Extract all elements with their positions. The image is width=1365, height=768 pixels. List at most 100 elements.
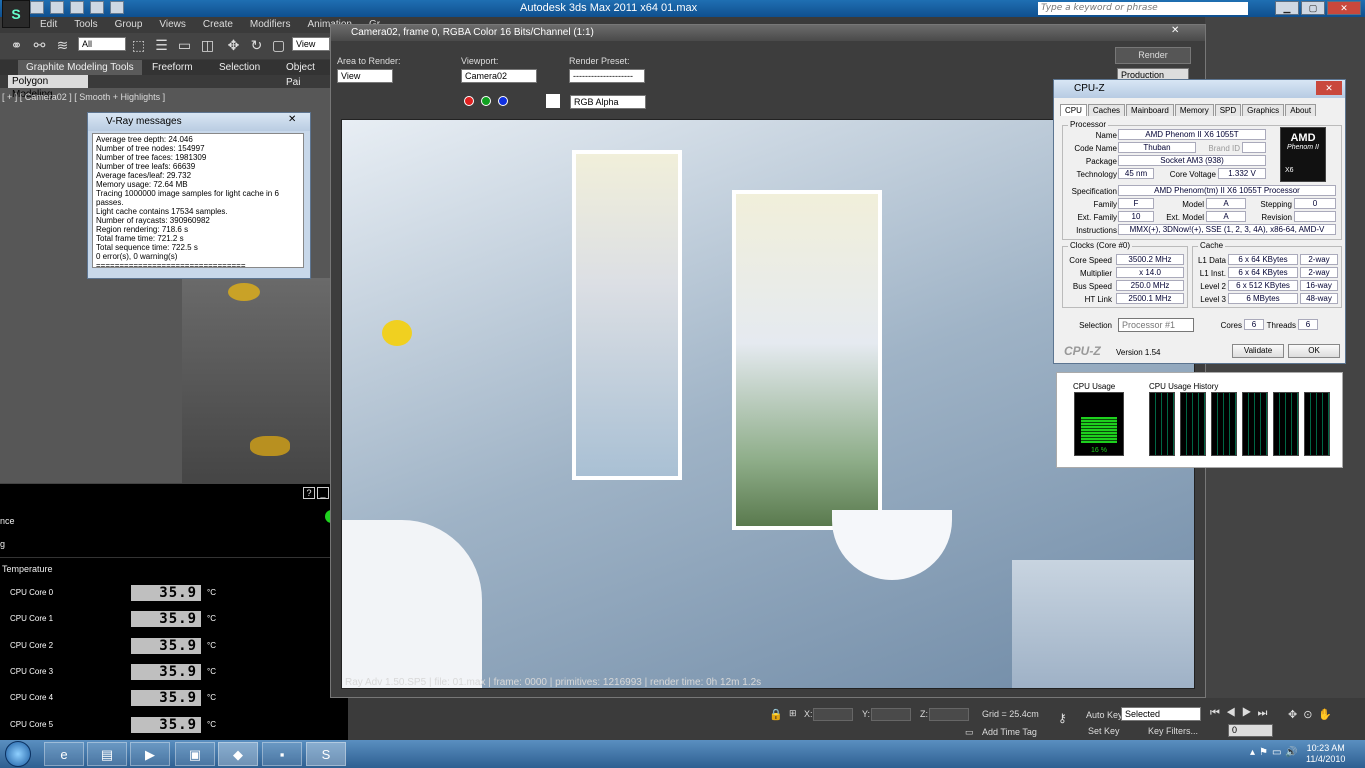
tab-freeform[interactable]: Freeform <box>152 60 193 75</box>
minimize-icon[interactable]: _ <box>317 487 329 499</box>
reference-coordinate-dropdown[interactable]: View <box>292 37 330 51</box>
blue-channel-icon[interactable] <box>498 96 508 106</box>
link-icon[interactable]: ⚭ <box>8 37 25 54</box>
minimize-button[interactable]: ▁ <box>1275 1 1299 15</box>
menu-group[interactable]: Group <box>115 17 143 33</box>
menu-modifiers[interactable]: Modifiers <box>250 17 291 33</box>
tab-memory[interactable]: Memory <box>1174 104 1214 116</box>
unit-label: °C <box>207 667 216 676</box>
z-coordinate-field[interactable] <box>929 708 969 721</box>
vray-close-button[interactable]: ✕ <box>288 114 296 125</box>
section-label: nce <box>0 516 15 526</box>
auto-key-button[interactable]: Auto Key <box>1086 710 1123 720</box>
tab-selection[interactable]: Selection <box>219 60 260 75</box>
vray-messages-window: V-Ray messages ✕ Average tree depth: 24.… <box>87 112 311 279</box>
window-crossing-icon[interactable]: ◫ <box>199 37 216 54</box>
field-label: Cores <box>1220 321 1242 330</box>
cpu-history-label: CPU Usage History <box>1149 382 1219 391</box>
field-label: Multiplier <box>1079 269 1112 278</box>
3dsmax-task-icon[interactable]: S <box>306 742 346 766</box>
tab-graphics[interactable]: Graphics <box>1242 104 1285 116</box>
time-tag-icon[interactable]: ▭ <box>965 727 974 738</box>
close-button[interactable]: ✕ <box>1327 1 1361 15</box>
tab-mainboard[interactable]: Mainboard <box>1126 104 1174 116</box>
rotate-icon[interactable]: ↻ <box>248 37 265 54</box>
scale-icon[interactable]: ▢ <box>270 37 287 54</box>
l2-ways: 16-way <box>1300 280 1338 291</box>
rectangular-selection-icon[interactable]: ▭ <box>176 37 193 54</box>
redo-icon[interactable] <box>110 1 124 14</box>
nvidia-task-icon[interactable]: ▪ <box>262 742 302 766</box>
lock-icon[interactable]: 🔒 <box>769 708 783 721</box>
render-button[interactable]: Render <box>1115 47 1191 64</box>
maximize-button[interactable]: ▢ <box>1301 1 1325 15</box>
render-preset-dropdown[interactable]: -------------------- <box>569 69 645 83</box>
folder-icon[interactable]: ▤ <box>87 742 127 766</box>
menu-views[interactable]: Views <box>159 17 186 33</box>
tab-object-paint[interactable]: Object Pai <box>286 60 330 90</box>
vray-log[interactable]: Average tree depth: 24.046 Number of tre… <box>92 133 304 268</box>
tab-spd[interactable]: SPD <box>1214 104 1242 116</box>
tab-about[interactable]: About <box>1285 104 1317 116</box>
bind-spacewarp-icon[interactable]: ≋ <box>54 37 71 54</box>
log-line: Average faces/leaf: 29.732 <box>96 171 192 180</box>
validate-button[interactable]: Validate <box>1232 344 1284 358</box>
menu-edit[interactable]: Edit <box>40 17 57 33</box>
help-icon[interactable]: ? <box>303 487 315 499</box>
l2-value: 6 x 512 KBytes <box>1228 280 1298 291</box>
channel-dropdown[interactable]: RGB Alpha <box>570 95 646 109</box>
polygon-modeling-panel[interactable]: Polygon Modeling <box>8 75 88 100</box>
tray-icons[interactable]: ▴⚑▭🔊 <box>1250 747 1302 758</box>
viewport-label[interactable]: [ + ] [ Camera02 ] [ Smooth + Highlights… <box>2 92 165 102</box>
select-object-icon[interactable]: ⬚ <box>130 37 147 54</box>
field-label: Family <box>1093 200 1117 209</box>
processor-name-value: AMD Phenom II X6 1055T <box>1118 129 1266 140</box>
selection-filter-dropdown[interactable]: All <box>78 37 126 51</box>
area-to-render-dropdown[interactable]: View <box>337 69 393 83</box>
playback-controls-icon[interactable]: ⏮◀▶⏭ <box>1210 707 1273 720</box>
add-time-tag-label[interactable]: Add Time Tag <box>982 727 1037 737</box>
system-clock[interactable]: 10:23 AM 11/4/2010 <box>1306 743 1345 765</box>
app-logo-icon[interactable]: S <box>2 0 30 28</box>
tab-cpu[interactable]: CPU <box>1060 104 1087 116</box>
key-icon[interactable]: ⚷ <box>1058 711 1067 725</box>
media-player-icon[interactable]: ▶ <box>130 742 170 766</box>
tab-caches[interactable]: Caches <box>1087 104 1126 116</box>
move-icon[interactable]: ✥ <box>225 37 242 54</box>
close-icon[interactable]: ✕ <box>1171 25 1179 36</box>
app-title: Autodesk 3ds Max 2011 x64 01.max <box>520 2 698 14</box>
set-key-button[interactable]: Set Key <box>1088 726 1120 736</box>
current-frame-field[interactable]: 0 <box>1228 724 1273 737</box>
save-icon[interactable] <box>70 1 84 14</box>
app-title-bar: Autodesk 3ds Max 2011 x64 01.max Type a … <box>0 0 1365 17</box>
menu-create[interactable]: Create <box>203 17 233 33</box>
red-channel-icon[interactable] <box>464 96 474 106</box>
start-button[interactable] <box>5 741 31 767</box>
select-by-name-icon[interactable]: ☰ <box>153 37 170 54</box>
open-file-icon[interactable] <box>50 1 64 14</box>
internet-explorer-icon[interactable]: e <box>44 742 84 766</box>
undo-icon[interactable] <box>90 1 104 14</box>
close-icon[interactable]: ✕ <box>1316 81 1342 95</box>
menu-tools[interactable]: Tools <box>74 17 97 33</box>
viewport-dropdown[interactable]: Camera02 <box>461 69 537 83</box>
vray-task-icon[interactable]: ◆ <box>218 742 258 766</box>
y-coordinate-field[interactable] <box>871 708 911 721</box>
unlink-icon[interactable]: ⚯ <box>31 37 48 54</box>
tab-graphite-modeling-tools[interactable]: Graphite Modeling Tools <box>18 60 142 75</box>
ok-button[interactable]: OK <box>1288 344 1340 358</box>
navigation-controls-icon[interactable]: ✥⊙✋ <box>1288 708 1338 721</box>
search-input[interactable]: Type a keyword or phrase <box>1038 2 1248 15</box>
absolute-mode-icon[interactable]: ⊞ <box>789 708 797 719</box>
color-swatch[interactable] <box>546 94 560 108</box>
green-channel-icon[interactable] <box>481 96 491 106</box>
key-mode-dropdown[interactable]: Selected <box>1121 707 1201 721</box>
field-label: Technology <box>1076 170 1117 179</box>
new-file-icon[interactable] <box>30 1 44 14</box>
x-coordinate-field[interactable] <box>813 708 853 721</box>
processor-selection-dropdown[interactable]: Processor #1 <box>1118 318 1194 332</box>
key-filters-button[interactable]: Key Filters... <box>1148 726 1198 736</box>
cpuz-task-icon[interactable]: ▣ <box>175 742 215 766</box>
field-label: Package <box>1085 157 1117 166</box>
log-line: Number of raycasts: 390960982 <box>96 216 210 225</box>
